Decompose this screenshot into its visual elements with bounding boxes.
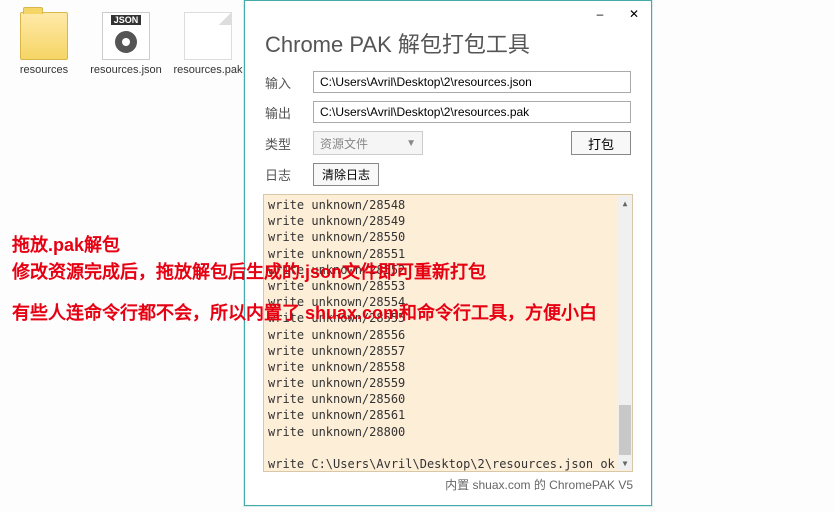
log-line: write unknown/28557 (268, 343, 628, 359)
form-area: 输入 输出 类型 资源文件 ▼ 打包 日志 清除日志 (245, 71, 651, 186)
log-line: write unknown/28800 (268, 424, 628, 440)
clear-log-button[interactable]: 清除日志 (313, 163, 379, 186)
json-badge: JSON (111, 15, 142, 25)
gear-icon (115, 31, 137, 53)
log-content: write unknown/28548write unknown/28549wr… (268, 197, 628, 472)
log-line: write unknown/28550 (268, 229, 628, 245)
type-label: 类型 (265, 134, 301, 153)
scrollbar-thumb[interactable] (619, 405, 631, 455)
desktop-icon-json[interactable]: JSON resources.json (90, 12, 162, 77)
file-icon (184, 12, 232, 60)
log-line (268, 440, 628, 456)
log-line: write unknown/28549 (268, 213, 628, 229)
scroll-down-icon[interactable]: ▼ (619, 456, 631, 470)
app-title: Chrome PAK 解包打包工具 (245, 27, 651, 71)
scroll-up-icon[interactable]: ▲ (619, 196, 631, 210)
input-label: 输入 (265, 73, 301, 92)
close-button[interactable]: ✕ (625, 5, 643, 23)
type-select[interactable]: 资源文件 ▼ (313, 131, 423, 155)
type-row: 类型 资源文件 ▼ 打包 (265, 131, 631, 155)
log-line: write unknown/28551 (268, 246, 628, 262)
log-line: write unknown/28559 (268, 375, 628, 391)
input-path-field[interactable] (313, 71, 631, 93)
output-path-field[interactable] (313, 101, 631, 123)
type-select-value: 资源文件 (320, 135, 368, 152)
desktop-icon-label: resources (8, 64, 80, 77)
footer-text: 内置 shuax.com 的 ChromePAK V5 (245, 472, 651, 493)
minimize-button[interactable]: – (591, 5, 609, 23)
json-file-icon: JSON (102, 12, 150, 60)
desktop-icons-area: resources JSON resources.json resources.… (8, 12, 244, 77)
chevron-down-icon: ▼ (406, 138, 416, 149)
log-label: 日志 (265, 165, 301, 184)
input-row: 输入 (265, 71, 631, 93)
app-window: – ✕ Chrome PAK 解包打包工具 输入 输出 类型 资源文件 ▼ 打包… (244, 0, 652, 506)
log-area[interactable]: write unknown/28548write unknown/28549wr… (263, 194, 633, 472)
log-line: write unknown/28556 (268, 327, 628, 343)
output-label: 输出 (265, 103, 301, 122)
log-line: write unknown/28558 (268, 359, 628, 375)
log-row: 日志 清除日志 (265, 163, 631, 186)
log-line: write C:\Users\Avril\Desktop\2\resources… (268, 456, 628, 472)
desktop-icon-pak[interactable]: resources.pak (172, 12, 244, 77)
log-line: write unknown/28560 (268, 391, 628, 407)
output-row: 输出 (265, 101, 631, 123)
log-line: write unknown/28552 (268, 262, 628, 278)
desktop-icon-label: resources.json (90, 64, 162, 77)
desktop-icon-label: resources.pak (172, 64, 244, 77)
log-line: write unknown/28553 (268, 278, 628, 294)
folder-icon (20, 12, 68, 60)
log-line: write unknown/28555 (268, 310, 628, 326)
log-line: write unknown/28554 (268, 294, 628, 310)
pack-button[interactable]: 打包 (571, 131, 631, 155)
log-line: write unknown/28561 (268, 407, 628, 423)
desktop-icon-folder[interactable]: resources (8, 12, 80, 77)
titlebar: – ✕ (245, 1, 651, 27)
log-line: write unknown/28548 (268, 197, 628, 213)
